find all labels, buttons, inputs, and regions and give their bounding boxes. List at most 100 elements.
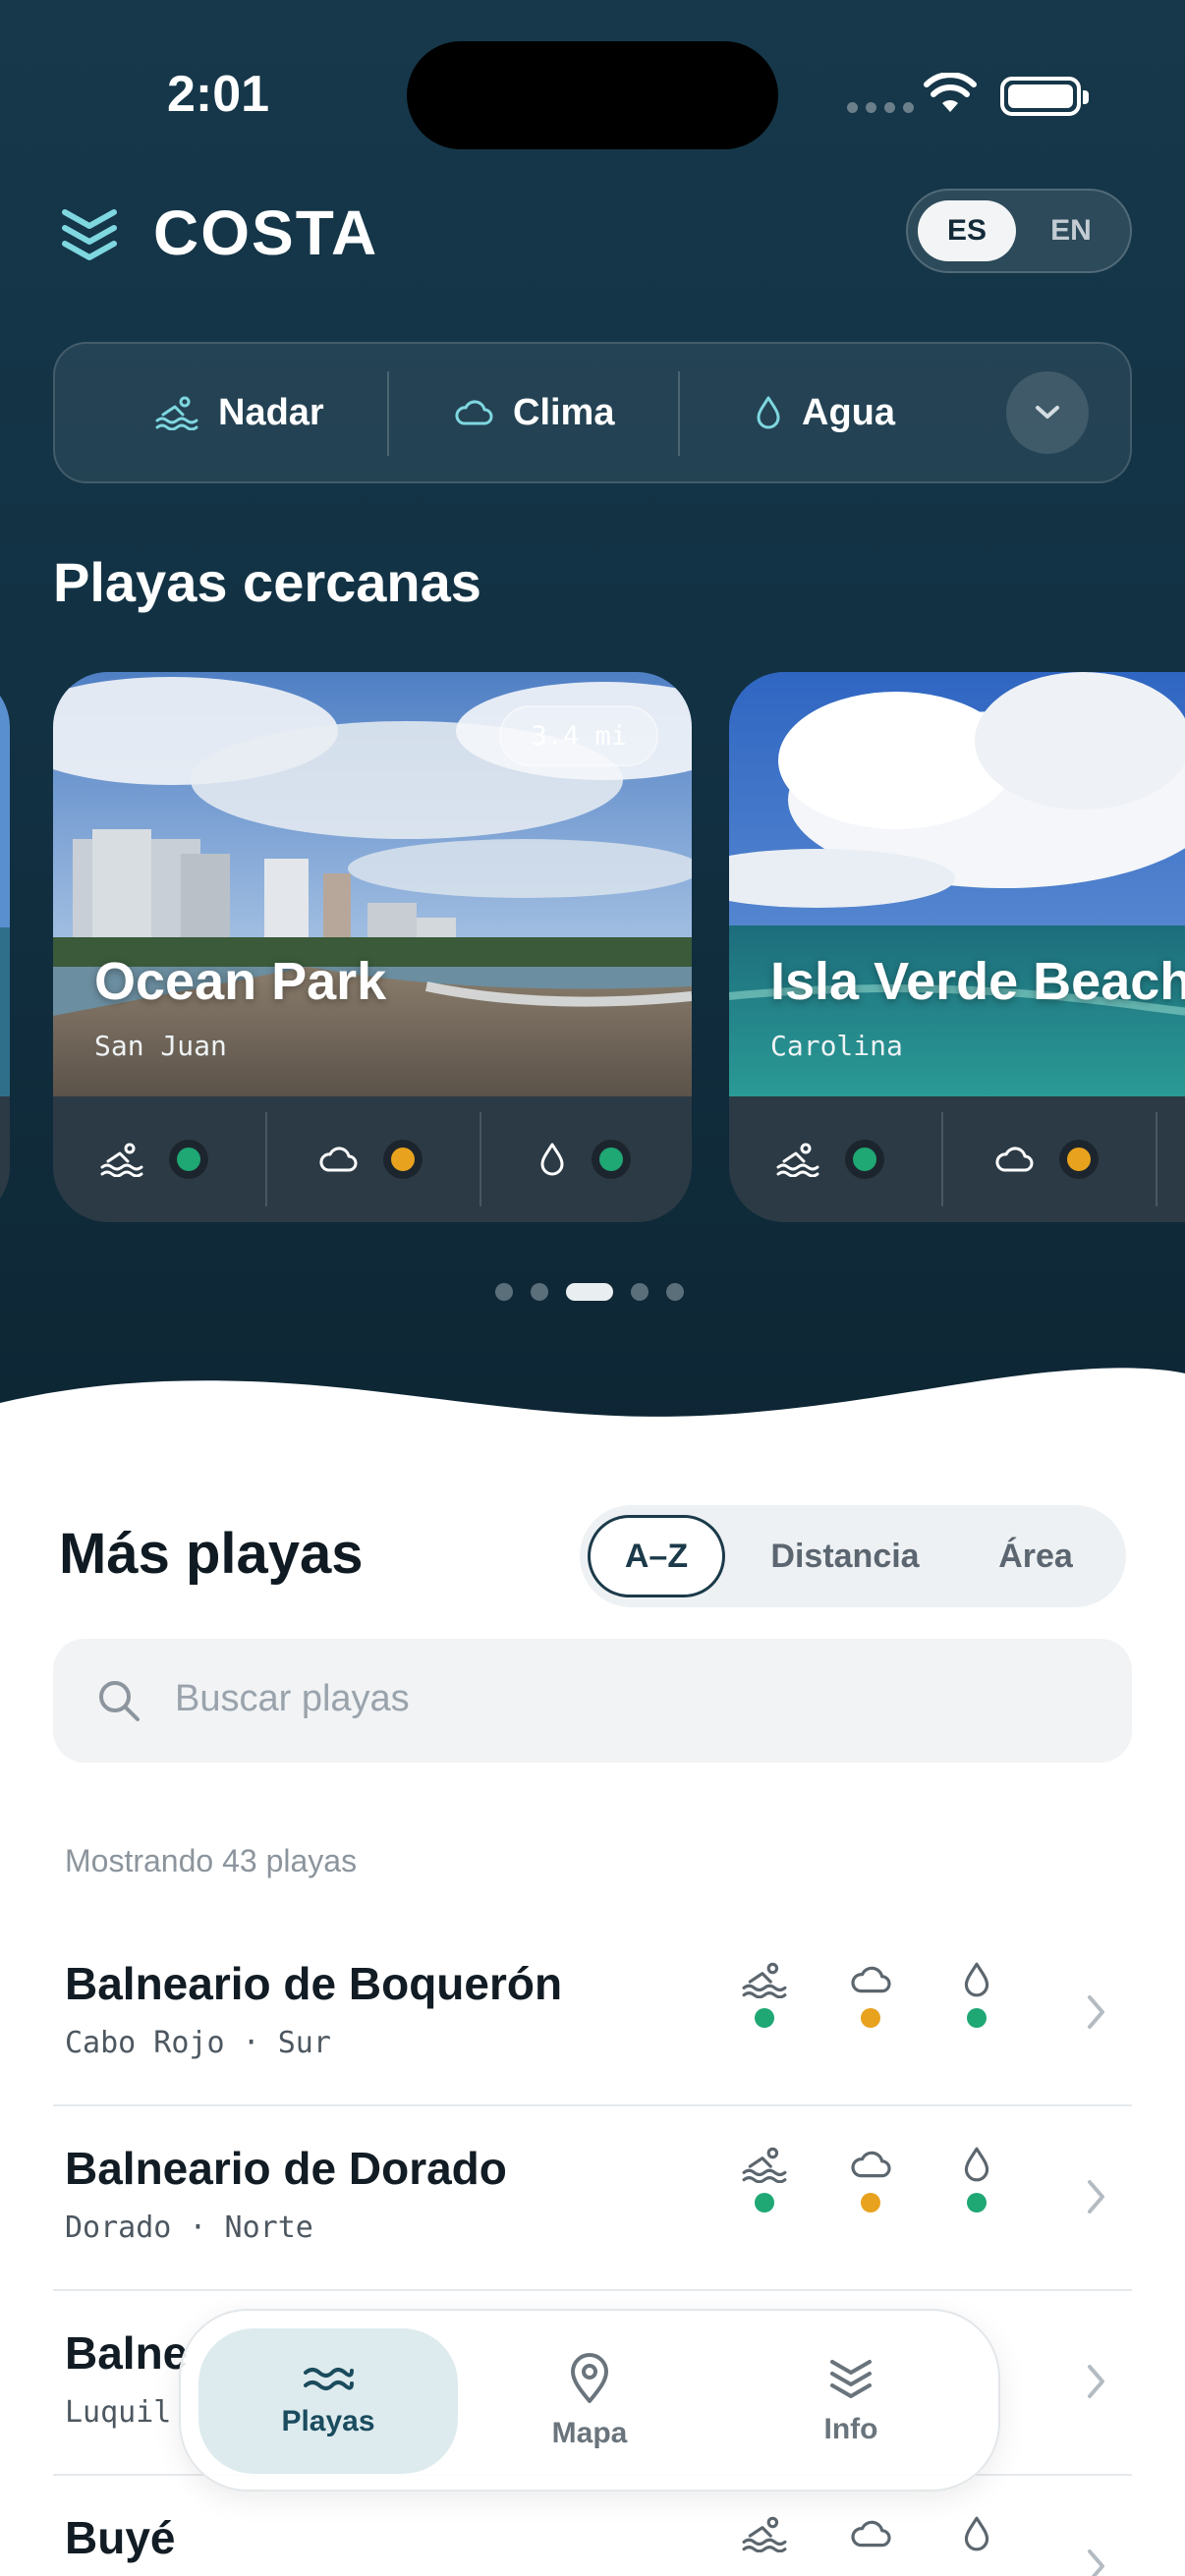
carousel-pager bbox=[495, 1283, 684, 1301]
wave-divider bbox=[0, 1368, 1185, 1493]
status-dot-amber bbox=[1067, 1148, 1091, 1171]
map-pin-icon bbox=[571, 2353, 608, 2403]
pager-dot-active[interactable] bbox=[566, 1283, 613, 1301]
cloud-icon bbox=[995, 1147, 1034, 1172]
app-title: COSTA bbox=[153, 197, 379, 268]
cloud-icon bbox=[319, 1147, 358, 1172]
language-toggle[interactable]: ES EN bbox=[906, 189, 1132, 273]
status-dot-green bbox=[755, 2193, 774, 2212]
nav-playas[interactable]: Playas bbox=[198, 2328, 458, 2474]
beach-area: Dorado · Norte bbox=[65, 2211, 313, 2245]
swim-icon bbox=[742, 1962, 787, 1998]
cloud-icon bbox=[851, 2520, 891, 2548]
swim-indicator bbox=[735, 1961, 794, 2028]
filter-nadar-label: Nadar bbox=[218, 391, 324, 433]
nav-mapa-label: Mapa bbox=[551, 2417, 628, 2449]
beach-name: Buyé bbox=[65, 2512, 176, 2563]
cloud-icon bbox=[851, 2151, 891, 2178]
sort-area[interactable]: Área bbox=[967, 1515, 1104, 1597]
swim-icon bbox=[100, 1143, 143, 1177]
filter-agua[interactable]: Agua bbox=[755, 344, 895, 481]
beach-card-ocean-park[interactable]: 3.4 mi Ocean Park San Juan bbox=[53, 672, 692, 1222]
weather-indicator bbox=[841, 2146, 900, 2212]
search-placeholder: Buscar playas bbox=[175, 1678, 410, 1719]
status-dot-amber bbox=[861, 2193, 880, 2212]
weather-indicator bbox=[841, 2515, 900, 2552]
waves-icon bbox=[304, 2368, 354, 2390]
chevron-down-icon bbox=[1036, 406, 1059, 419]
pager-dot[interactable] bbox=[666, 1283, 684, 1301]
card-conditions bbox=[729, 1096, 1185, 1222]
condition-filter-bar: Nadar Clima Agua bbox=[53, 342, 1132, 483]
status-dot-green bbox=[177, 1148, 200, 1171]
chevron-right-icon bbox=[1088, 1995, 1104, 2029]
beach-list-item[interactable]: Balneario de Dorado Dorado · Norte bbox=[53, 2106, 1132, 2291]
battery-icon bbox=[1000, 77, 1089, 116]
chevron-right-icon bbox=[1088, 2180, 1104, 2213]
card-beach-name: Isla Verde Beach bbox=[770, 952, 1185, 1011]
beach-area: Luquil bbox=[65, 2395, 172, 2430]
nav-playas-label: Playas bbox=[281, 2405, 375, 2437]
card-beach-area: San Juan bbox=[94, 1030, 227, 1062]
beach-list-item[interactable]: Balneario de Boquerón Cabo Rojo · Sur bbox=[53, 1922, 1132, 2106]
card-conditions bbox=[53, 1096, 692, 1222]
filter-agua-label: Agua bbox=[802, 391, 895, 433]
search-icon bbox=[99, 1681, 140, 1721]
sort-distance[interactable]: Distancia bbox=[737, 1515, 953, 1597]
more-beaches-title: Más playas bbox=[59, 1522, 364, 1586]
layers-icon bbox=[830, 2360, 872, 2398]
weather-status bbox=[318, 1096, 423, 1222]
nav-info[interactable]: Info bbox=[721, 2328, 981, 2474]
status-dot-amber bbox=[391, 1148, 415, 1171]
weather-indicator bbox=[841, 1961, 900, 2028]
card-beach-name: Ocean Park bbox=[94, 952, 387, 1011]
water-indicator bbox=[947, 2515, 1006, 2552]
nearby-beaches-title: Playas cercanas bbox=[53, 551, 481, 613]
swim-indicator bbox=[735, 2146, 794, 2212]
divider bbox=[678, 371, 680, 456]
chevron-right-icon bbox=[1088, 2365, 1104, 2398]
water-drop-icon bbox=[964, 2516, 989, 2551]
expand-filters-button[interactable] bbox=[1006, 371, 1089, 454]
beach-card-isla-verde[interactable]: Isla Verde Beach Carolina bbox=[729, 672, 1185, 1222]
search-input[interactable]: Buscar playas bbox=[53, 1639, 1132, 1763]
beach-photo bbox=[0, 672, 10, 1096]
water-indicator bbox=[947, 1961, 1006, 2028]
divider bbox=[387, 371, 389, 456]
status-dot-green bbox=[967, 2193, 987, 2212]
status-dot-green bbox=[967, 2008, 987, 2028]
water-drop-icon bbox=[964, 2147, 989, 2182]
cellular-signal-icon bbox=[847, 102, 914, 113]
filter-clima[interactable]: Clima bbox=[454, 344, 614, 481]
water-drop-icon bbox=[964, 1962, 989, 1997]
water-drop-icon bbox=[540, 1143, 564, 1176]
nav-info-label: Info bbox=[823, 2413, 878, 2445]
sort-segmented-control: A–Z Distancia Área bbox=[580, 1505, 1126, 1607]
layers-logo-icon bbox=[62, 209, 117, 260]
beach-card-previous[interactable] bbox=[0, 672, 10, 1222]
card-beach-area: Carolina bbox=[770, 1030, 903, 1062]
nav-mapa[interactable]: Mapa bbox=[460, 2328, 719, 2474]
pager-dot[interactable] bbox=[531, 1283, 548, 1301]
filter-nadar[interactable]: Nadar bbox=[155, 344, 324, 481]
swim-icon bbox=[742, 2147, 787, 2183]
water-drop-icon bbox=[757, 396, 780, 429]
cloud-icon bbox=[455, 400, 493, 425]
pager-dot[interactable] bbox=[495, 1283, 513, 1301]
status-time: 2:01 bbox=[167, 66, 270, 123]
pager-dot[interactable] bbox=[631, 1283, 649, 1301]
chevron-right-icon bbox=[1088, 2549, 1104, 2576]
swim-indicator bbox=[735, 2515, 794, 2552]
status-dot-green bbox=[599, 1148, 623, 1171]
sort-az[interactable]: A–Z bbox=[588, 1515, 725, 1597]
swim-icon bbox=[155, 396, 198, 430]
beach-name: Balne bbox=[65, 2327, 189, 2379]
lang-es-button[interactable]: ES bbox=[918, 200, 1016, 261]
dynamic-island bbox=[407, 41, 778, 149]
water-status bbox=[538, 1096, 631, 1222]
result-count: Mostrando 43 playas bbox=[65, 1843, 358, 1878]
status-dot-green bbox=[853, 1148, 876, 1171]
beach-name: Balneario de Dorado bbox=[65, 2143, 507, 2194]
cloud-icon bbox=[851, 1966, 891, 1993]
lang-en-button[interactable]: EN bbox=[1022, 200, 1120, 261]
